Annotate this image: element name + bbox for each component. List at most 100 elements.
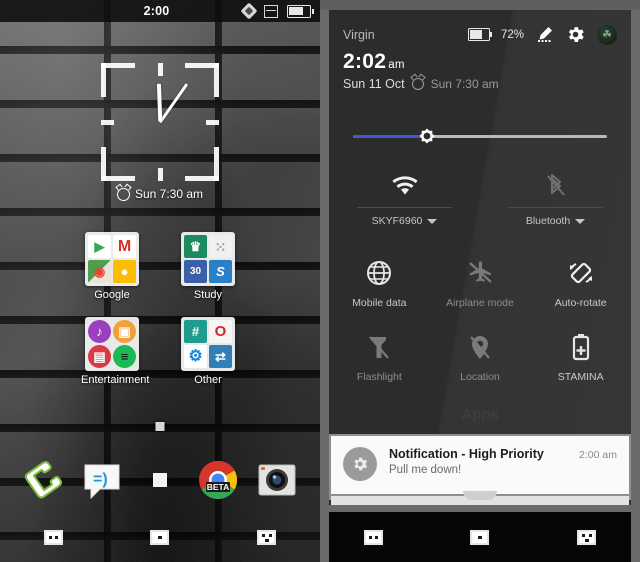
brightness-sun-icon[interactable] — [415, 124, 439, 148]
location-off-icon — [430, 331, 531, 363]
user-avatar-icon[interactable]: ☘ — [597, 24, 617, 45]
mini-icon-gmail: M — [113, 235, 136, 258]
mini-icon-calendar: 30 — [184, 260, 207, 283]
recents-button[interactable] — [257, 529, 277, 545]
back-button[interactable] — [363, 529, 383, 545]
qs-time-value: 2:02 — [343, 50, 387, 73]
clock-tick-9 — [101, 119, 114, 125]
status-bar-icons — [240, 2, 320, 20]
folder-other[interactable]: # O ⚙ ⇄ Other — [177, 317, 239, 386]
dock-item-phone[interactable] — [20, 457, 66, 503]
background-apps-label: Apps — [461, 406, 499, 423]
mini-icon-circles: ⁙ — [209, 235, 232, 258]
tile-airplane-mode[interactable]: Airplane mode — [430, 247, 531, 321]
mini-icon-maps: ◉ — [88, 260, 111, 283]
folder-preview: ♪ ▣ ▤ ≡ — [85, 317, 139, 371]
tile-label: Airplane mode — [446, 297, 514, 309]
dock-item-messaging[interactable]: =) — [79, 457, 125, 503]
wifi-cell[interactable]: SKYF6960 — [329, 171, 480, 227]
tile-flashlight[interactable]: Flashlight — [329, 321, 430, 395]
mini-icon-file-transfer: ⇄ — [209, 345, 232, 368]
qs-navigation-bar — [320, 512, 640, 562]
back-button[interactable] — [43, 529, 63, 545]
tile-label: Auto-rotate — [554, 297, 607, 309]
clock-tick-3 — [206, 119, 219, 125]
edit-icon[interactable] — [535, 25, 554, 44]
panel-left-edge — [320, 0, 329, 562]
notification-title: Notification - High Priority — [389, 447, 544, 461]
gear-icon — [343, 447, 377, 481]
dock-item-apps-drawer[interactable] — [137, 457, 183, 503]
dock-item-camera[interactable] — [254, 457, 300, 503]
panel-right-edge — [631, 0, 640, 562]
auto-rotate-icon — [530, 257, 631, 289]
tile-location[interactable]: Location — [430, 321, 531, 395]
bluetooth-cell[interactable]: Bluetooth — [480, 171, 631, 227]
folder-entertainment[interactable]: ♪ ▣ ▤ ≡ Entertainment — [81, 317, 149, 386]
folder-row-1: ▶ M ◉ ● Google ♛ ⁙ 30 S Study — [0, 232, 320, 301]
bluetooth-off-icon[interactable] — [494, 171, 617, 201]
tile-row-1: Mobile data Airplane mode Auto-rotate — [329, 247, 631, 321]
battery-icon — [467, 28, 493, 41]
folder-google[interactable]: ▶ M ◉ ● Google — [81, 232, 143, 301]
folder-preview: ▶ M ◉ ● — [85, 232, 139, 286]
tile-mobile-data[interactable]: Mobile data — [329, 247, 430, 321]
phone-icon — [25, 461, 63, 499]
qs-clock-block: 2:02 am Sun 11 Oct Sun 7:30 am — [329, 45, 631, 91]
wifi-label-row[interactable]: SKYF6960 — [343, 215, 466, 227]
wifi-icon[interactable] — [343, 171, 466, 201]
wifi-ssid-label: SKYF6960 — [371, 215, 423, 227]
dock-item-chrome-beta[interactable]: BETA — [195, 457, 241, 503]
battery-icon — [287, 4, 314, 18]
notification-text: Notification - High Priority Pull me dow… — [389, 447, 571, 476]
connection-row: SKYF6960 Bluetooth — [329, 171, 631, 227]
carrier-label: Virgin — [343, 27, 375, 42]
alarm-clock-icon — [411, 78, 424, 90]
chevron-down-icon[interactable] — [427, 218, 438, 224]
qs-time-meridiem: am — [388, 59, 405, 71]
mini-icon-opera: O — [209, 320, 232, 343]
bluetooth-label: Bluetooth — [525, 215, 571, 227]
folder-preview: # O ⚙ ⇄ — [181, 317, 235, 371]
quick-settings-panel: Virgin 72% ☘ 2:02 am Sun 11 Oct Sun 7:30… — [320, 0, 640, 562]
folder-label: Google — [94, 289, 130, 301]
qs-alarm-text: Sun 7:30 am — [430, 77, 499, 91]
mini-icon-music: ♪ — [88, 320, 111, 343]
battery-percent-label: 72% — [500, 28, 524, 41]
bluetooth-label-row[interactable]: Bluetooth — [494, 215, 617, 227]
folder-row-2: ♪ ▣ ▤ ≡ Entertainment # O ⚙ ⇄ Other — [0, 317, 320, 386]
mini-icon-scanner: S — [209, 260, 232, 283]
screenshot-root: 2:00 Sun 7:30 am ▶ M ◉ ● Google ♛ ⁙ 30 S… — [0, 0, 640, 562]
clock-tick-12 — [157, 63, 163, 76]
qs-status-icons: 72% ☘ — [467, 24, 617, 45]
home-button[interactable] — [470, 529, 490, 545]
tofu-placeholder-icon — [264, 4, 278, 18]
mini-icon-settings: ⚙ — [184, 345, 207, 368]
brightness-slider[interactable] — [353, 123, 607, 149]
mini-icon-video: ▤ — [88, 345, 111, 368]
tile-label: Mobile data — [352, 297, 407, 309]
notification-card[interactable]: Notification - High Priority Pull me dow… — [331, 436, 629, 494]
settings-gear-icon[interactable] — [565, 24, 586, 45]
globe-icon — [329, 257, 430, 289]
chrome-beta-badge: BETA — [207, 482, 230, 492]
qs-date-row: Sun 11 Oct Sun 7:30 am — [343, 77, 617, 91]
notification-drag-handle[interactable] — [331, 491, 629, 505]
home-button[interactable] — [150, 529, 170, 545]
mini-icon-spotify: ≡ — [113, 345, 136, 368]
svg-text:=): =) — [93, 471, 108, 488]
folder-study[interactable]: ♛ ⁙ 30 S Study — [177, 232, 239, 301]
folder-label: Other — [194, 374, 222, 386]
clock-widget[interactable]: Sun 7:30 am — [101, 63, 219, 201]
recents-button[interactable] — [577, 529, 597, 545]
clock-widget-alarm[interactable]: Sun 7:30 am — [101, 187, 219, 201]
flashlight-off-icon — [329, 331, 430, 363]
status-bar-clock: 2:00 — [143, 4, 170, 18]
apps-drawer-placeholder-icon — [152, 473, 167, 487]
tile-auto-rotate[interactable]: Auto-rotate — [530, 247, 631, 321]
page-indicator[interactable] — [155, 422, 165, 431]
chevron-down-icon[interactable] — [575, 218, 586, 224]
tile-label: Location — [460, 371, 500, 383]
tile-stamina[interactable]: STAMINA — [530, 321, 631, 395]
mini-icon-play-store: ▶ — [88, 235, 111, 258]
